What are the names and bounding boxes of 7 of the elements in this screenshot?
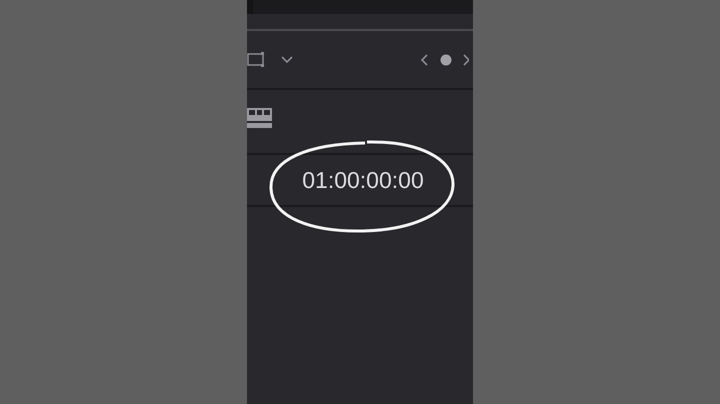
timecode: 01:00:00:00 <box>302 166 424 195</box>
chevron-down-icon[interactable] <box>281 56 293 64</box>
chevron-right-icon[interactable] <box>463 54 469 66</box>
timeline-icon[interactable] <box>247 108 272 129</box>
keyframe-dot-icon[interactable] <box>440 54 452 66</box>
transform-icon[interactable] <box>247 52 265 68</box>
chevron-left-icon[interactable] <box>420 54 428 66</box>
